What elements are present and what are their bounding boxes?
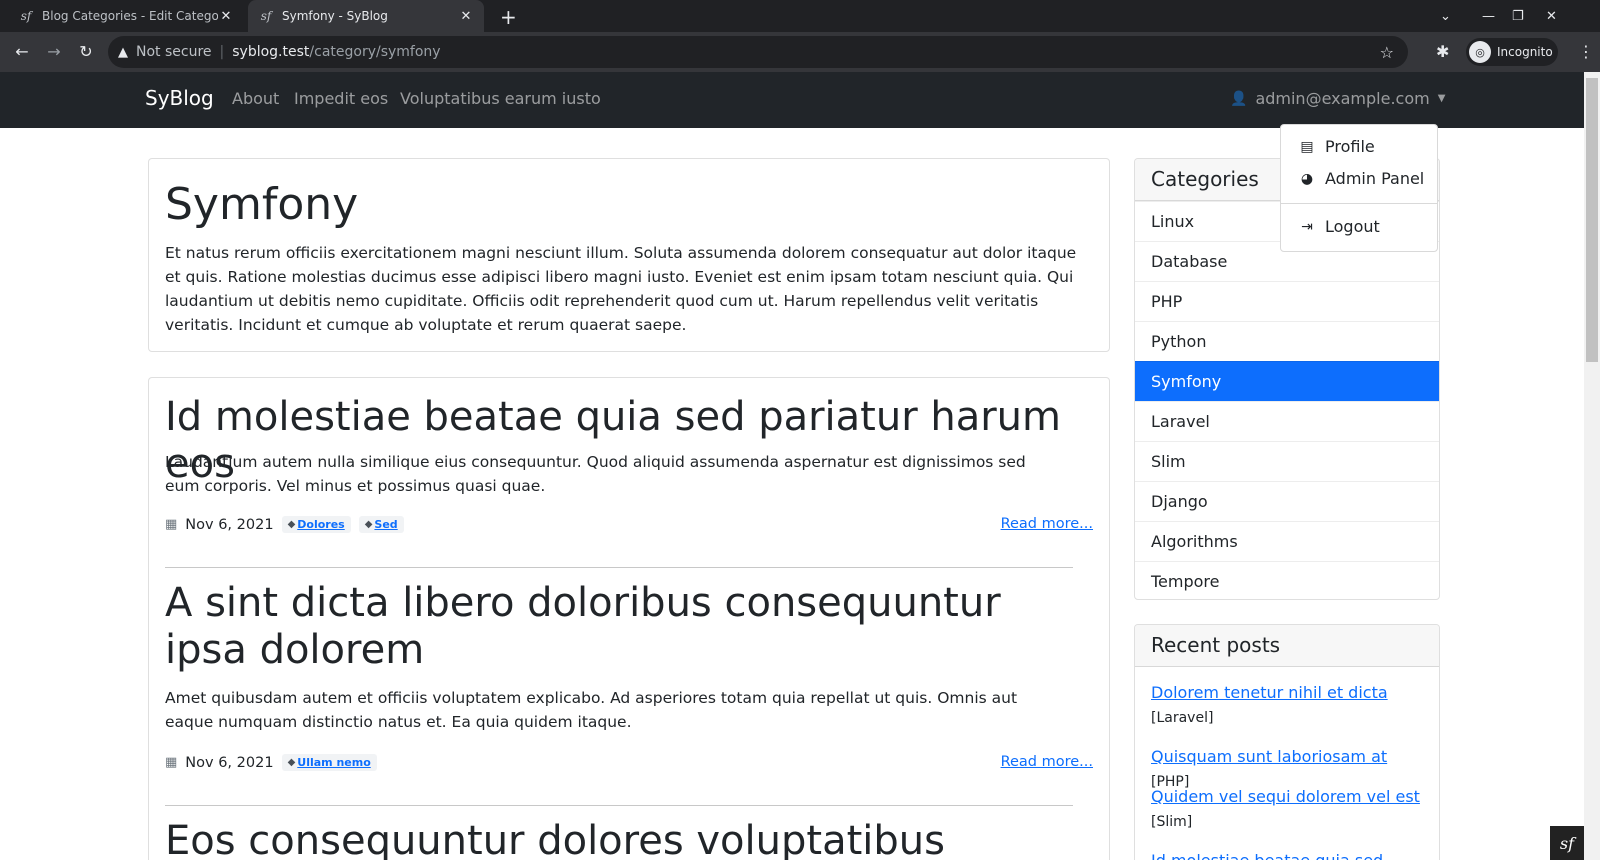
category-item-slim[interactable]: Slim <box>1135 441 1439 481</box>
url-path: /category/symfony <box>309 44 441 60</box>
dropdown-label: Logout <box>1325 217 1380 236</box>
post-divider <box>165 567 1073 568</box>
divider: | <box>219 44 225 60</box>
dropdown-label: Admin Panel <box>1325 169 1425 188</box>
site-navbar: SyBlog About Impedit eos Voluptatibus ea… <box>0 72 1584 128</box>
close-tab-icon[interactable]: ✕ <box>218 9 234 24</box>
window-close-icon[interactable]: ✕ <box>1546 0 1557 32</box>
dropdown-divider <box>1281 203 1437 204</box>
post-date: Nov 6, 2021 <box>185 754 274 771</box>
category-item-tempore[interactable]: Tempore <box>1135 561 1439 599</box>
tab-search-icon[interactable]: ⌄ <box>1440 0 1451 32</box>
tab-title: Symfony - SyBlog <box>282 9 388 23</box>
page-title: Symfony <box>165 179 359 230</box>
dropdown-label: Profile <box>1325 137 1375 156</box>
close-tab-icon[interactable]: ✕ <box>458 9 474 24</box>
category-item-php[interactable]: PHP <box>1135 281 1439 321</box>
dropdown-item-profile[interactable]: ▤ Profile <box>1297 137 1375 156</box>
recent-post-item: Dolorem tenetur nihil et dicta [Laravel] <box>1151 681 1421 730</box>
tab-title: Blog Categories - Edit Category <box>42 9 218 23</box>
nav-link-impedit-eos[interactable]: Impedit eos <box>294 89 388 108</box>
calendar-icon: ▦ <box>165 517 178 532</box>
symfony-favicon-icon: sf <box>260 9 272 23</box>
post-date: Nov 6, 2021 <box>185 516 274 533</box>
category-item-algorithms[interactable]: Algorithms <box>1135 521 1439 561</box>
user-icon: 👤 <box>1230 90 1248 107</box>
back-icon[interactable]: ← <box>10 40 34 64</box>
post-title[interactable]: Eos consequuntur dolores voluptatibus <box>165 818 1095 860</box>
browser-menu-icon[interactable]: ⋮ <box>1578 42 1594 61</box>
category-description: Et natus rerum officiis exercitationem m… <box>165 244 1077 334</box>
browser-tab-active[interactable]: sf Symfony - SyBlog ✕ <box>248 0 484 32</box>
recent-post-category: [Laravel] <box>1151 710 1214 726</box>
incognito-label: Incognito <box>1497 45 1553 59</box>
category-header-card: Symfony Et natus rerum officiis exercita… <box>148 158 1110 352</box>
dropdown-item-admin-panel[interactable]: ◕ Admin Panel <box>1297 169 1424 188</box>
incognito-icon: ◎ <box>1469 41 1491 63</box>
sign-out-icon: ⇥ <box>1301 218 1313 235</box>
tag-link[interactable]: Ullam nemo <box>297 756 371 769</box>
recent-post-link[interactable]: Id molestiae beatae quia sed <box>1151 851 1383 860</box>
recent-posts-header: Recent posts <box>1135 625 1439 667</box>
nav-link-about[interactable]: About <box>232 89 279 108</box>
user-dropdown-menu: ▤ Profile ◕ Admin Panel ⇥ Logout <box>1280 124 1438 252</box>
recent-post-item: Quidem vel sequi dolorem vel est [Slim] <box>1151 785 1421 834</box>
nav-link-voluptatibus[interactable]: Voluptatibus earum iusto <box>400 89 601 108</box>
dashboard-gauge-icon: ◕ <box>1300 170 1314 187</box>
recent-posts-card: Recent posts Dolorem tenetur nihil et di… <box>1134 624 1440 860</box>
minimize-icon[interactable]: — <box>1482 0 1495 32</box>
post-meta: ▦ Nov 6, 2021 ◆ Ullam nemo <box>165 754 377 771</box>
url-host: syblog.test <box>232 44 310 60</box>
recent-post-link[interactable]: Dolorem tenetur nihil et dicta <box>1151 683 1388 702</box>
recent-post-item: Id molestiae beatae quia sed <box>1151 849 1421 860</box>
symfony-favicon-icon: sf <box>20 9 32 23</box>
scrollbar-thumb[interactable] <box>1586 78 1598 362</box>
tag-icon: ◆ <box>287 519 296 530</box>
incognito-indicator[interactable]: ◎ Incognito <box>1466 38 1558 66</box>
page-scrollbar[interactable] <box>1584 72 1600 860</box>
tag-icon: ◆ <box>364 519 373 530</box>
forward-icon[interactable]: → <box>42 40 66 64</box>
id-card-icon: ▤ <box>1300 138 1314 155</box>
tag-icon: ◆ <box>287 757 296 768</box>
restore-icon[interactable]: ❐ <box>1512 0 1524 32</box>
reload-icon[interactable]: ↻ <box>74 40 98 64</box>
extensions-puzzle-icon[interactable]: ✱ <box>1436 42 1449 61</box>
symfony-toolbar-icon[interactable]: sf <box>1550 826 1584 860</box>
post-excerpt: Laudantium autem nulla similique eius co… <box>165 453 1026 495</box>
post-excerpt: Amet quibusdam autem et officiis volupta… <box>165 689 1018 731</box>
post-meta: ▦ Nov 6, 2021 ◆ Dolores ◆ Sed <box>165 516 404 533</box>
user-menu-toggle[interactable]: 👤 admin@example.com ▼ <box>1230 89 1445 108</box>
calendar-icon: ▦ <box>165 755 178 770</box>
tag-link[interactable]: Dolores <box>297 518 344 531</box>
warning-icon[interactable]: ▲ <box>118 45 128 60</box>
new-tab-icon[interactable]: + <box>500 5 517 29</box>
site-brand[interactable]: SyBlog <box>145 86 214 110</box>
security-label[interactable]: Not secure <box>136 44 212 60</box>
browser-tabstrip: sf Blog Categories - Edit Category ✕ sf … <box>0 0 1600 32</box>
tag-link[interactable]: Sed <box>374 518 397 531</box>
post-divider <box>165 805 1073 806</box>
read-more-link[interactable]: Read more... <box>1001 516 1093 532</box>
browser-tab[interactable]: sf Blog Categories - Edit Category ✕ <box>8 0 244 32</box>
recent-post-link[interactable]: Quisquam sunt laboriosam at <box>1151 747 1387 766</box>
recent-post-category: [Slim] <box>1151 814 1193 830</box>
category-item-python[interactable]: Python <box>1135 321 1439 361</box>
browser-toolbar: ← → ↻ ▲ Not secure | syblog.test/categor… <box>0 32 1600 72</box>
recent-post-link[interactable]: Quidem vel sequi dolorem vel est <box>1151 787 1420 806</box>
caret-down-icon: ▼ <box>1437 93 1446 104</box>
tag-badge[interactable]: ◆ Sed <box>358 516 404 533</box>
category-item-django[interactable]: Django <box>1135 481 1439 521</box>
dropdown-item-logout[interactable]: ⇥ Logout <box>1297 217 1380 236</box>
post-title[interactable]: A sint dicta libero doloribus consequunt… <box>165 580 1065 674</box>
posts-card: Id molestiae beatae quia sed pariatur ha… <box>148 377 1110 860</box>
user-email: admin@example.com <box>1255 89 1430 108</box>
read-more-link[interactable]: Read more... <box>1001 754 1093 770</box>
category-item-laravel[interactable]: Laravel <box>1135 401 1439 441</box>
bookmark-star-icon[interactable]: ☆ <box>1380 43 1394 62</box>
address-bar[interactable]: ▲ Not secure | syblog.test/category/symf… <box>108 36 1408 68</box>
tag-badge[interactable]: ◆ Ullam nemo <box>281 754 377 771</box>
tag-badge[interactable]: ◆ Dolores <box>281 516 351 533</box>
category-item-symfony[interactable]: Symfony <box>1135 361 1439 401</box>
